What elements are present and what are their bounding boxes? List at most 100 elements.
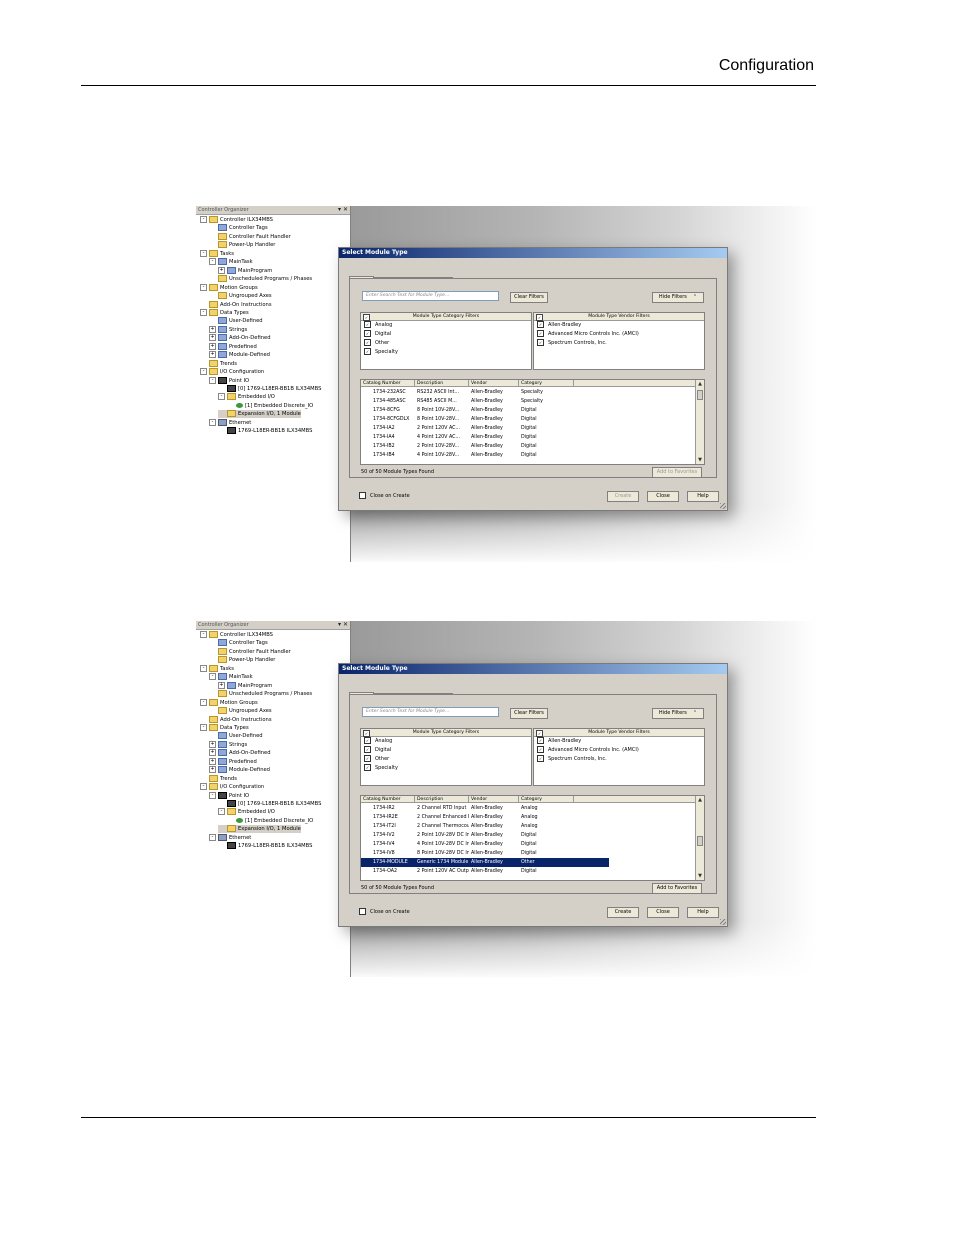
vendor-filter-item[interactable]: ✓ Allen-Bradley	[534, 737, 704, 746]
tree-item[interactable]: User-Defined	[209, 732, 263, 740]
table-row[interactable]: 1734-IR2E 2 Channel Enhanced RTD InputAll…	[361, 813, 704, 822]
close-button[interactable]: Close	[647, 491, 679, 502]
tree-expander-icon[interactable]: -	[200, 723, 207, 731]
table-row[interactable]: 1734-IV2 2 Point 10V-28V DC Input, Sour..…	[361, 831, 704, 840]
tree-expander-icon[interactable]: -	[200, 216, 207, 223]
tree-item[interactable]: - Data Types	[200, 308, 249, 317]
vendor-filter-item[interactable]: ✓ Advanced Micro Controls Inc. (AMCI)	[534, 746, 704, 755]
clear-filters-button[interactable]: Clear Filters	[510, 292, 548, 303]
tree-item[interactable]: Controller Fault Handler	[209, 232, 291, 241]
scroll-down-arrow-icon[interactable]: ▼	[696, 456, 704, 464]
column-header-catalog-number[interactable]: Catalog Number	[361, 796, 415, 803]
checkbox-checked-icon[interactable]: ✓	[537, 755, 544, 762]
tree-item[interactable]: Ungrouped Axes	[209, 707, 272, 715]
tree-item[interactable]: - Point IO	[209, 376, 249, 385]
tree-item[interactable]: - I/O Configuration	[200, 783, 264, 791]
tree-item[interactable]: - MainTask	[209, 673, 253, 681]
tree-item[interactable]: - Motion Groups	[200, 698, 258, 707]
checkbox-checked-icon[interactable]: ✓	[537, 321, 544, 328]
checkbox-checked-icon[interactable]: ✓	[364, 746, 371, 753]
close-button[interactable]: Close	[647, 907, 679, 918]
tree-expander-icon[interactable]: -	[200, 664, 207, 672]
checkbox-checked-icon[interactable]: ✓	[537, 339, 544, 346]
scroll-up-arrow-icon[interactable]: ▲	[696, 796, 704, 804]
select-all-vendors-checkbox[interactable]: ✓	[536, 730, 543, 737]
table-row[interactable]: 1734-8CFGDLX 8 Point 10V-28V... Allen-Brad…	[361, 415, 704, 424]
resize-grip-icon[interactable]	[720, 503, 726, 509]
checkbox-checked-icon[interactable]: ✓	[364, 764, 371, 771]
category-filter-item[interactable]: ✓ Specialty	[361, 348, 531, 357]
tree-expander-icon[interactable]: -	[209, 673, 216, 681]
tree-expander-icon[interactable]: -	[200, 631, 207, 638]
organizer-window-controls[interactable]: ▾ ✕	[338, 206, 348, 214]
table-row[interactable]: 1734-IB4 4 Point 10V-28V... Allen-Bradley D…	[361, 451, 704, 460]
tree-expander-icon[interactable]: +	[218, 681, 225, 689]
help-button[interactable]: Help	[687, 907, 719, 918]
table-row[interactable]: 1734-IR2 2 Channel RTD Input Allen-Bradley…	[361, 804, 704, 813]
tree-item[interactable]: + Add-On-Defined	[209, 749, 271, 757]
tree-item[interactable]: Controller Fault Handler	[209, 647, 291, 656]
table-row[interactable]: 1734-MODULE Generic 1734 Module Allen-Brad…	[361, 858, 609, 867]
checkbox-checked-icon[interactable]: ✓	[537, 737, 544, 744]
column-header-catalog-number[interactable]: Catalog Number	[361, 380, 415, 387]
scroll-thumb[interactable]	[697, 390, 703, 400]
category-filter-item[interactable]: ✓ Specialty	[361, 764, 531, 773]
add-to-favorites-button[interactable]: Add to Favorites	[652, 467, 702, 478]
select-all-vendors-checkbox[interactable]: ✓	[536, 314, 543, 321]
tree-item[interactable]: Add-On Instructions	[200, 715, 272, 724]
column-header-vendor[interactable]: Vendor	[469, 796, 519, 803]
column-header-description[interactable]: Description	[415, 796, 469, 803]
tree-expander-icon[interactable]: -	[209, 791, 216, 799]
vendor-filter-item[interactable]: ✓ Allen-Bradley	[534, 321, 704, 330]
tree-item[interactable]: - Ethernet	[209, 833, 251, 842]
tree-expander-icon[interactable]: +	[209, 757, 216, 765]
tree-expander-icon[interactable]: +	[218, 266, 225, 274]
tree-expander-icon[interactable]: -	[209, 833, 216, 841]
tree-item[interactable]: Power-Up Handler	[209, 656, 275, 664]
category-filter-item[interactable]: ✓ Digital	[361, 330, 531, 339]
category-filter-item[interactable]: ✓ Analog	[361, 737, 531, 746]
select-all-categories-checkbox[interactable]: ✓	[363, 730, 370, 737]
tree-item[interactable]: - Embedded I/O	[218, 808, 275, 816]
checkbox-checked-icon[interactable]: ✓	[364, 330, 371, 337]
vendor-filter-item[interactable]: ✓ Advanced Micro Controls Inc. (AMCI)	[534, 330, 704, 339]
scroll-thumb[interactable]	[697, 836, 703, 846]
vendor-filter-item[interactable]: ✓ Spectrum Controls, Inc.	[534, 755, 704, 764]
table-row[interactable]: 1734-485ASC RS485 ASCII M... Allen-Bradley…	[361, 397, 704, 406]
tree-item[interactable]: - Controller ILX34MBS	[200, 631, 273, 639]
checkbox-checked-icon[interactable]: ✓	[364, 737, 371, 744]
tree-item[interactable]: [1] Embedded Discrete_IO	[227, 817, 313, 825]
tree-item[interactable]: [0] 1769-L18ER-BB1B ILX34MBS	[218, 385, 321, 393]
tree-item[interactable]: + Module-Defined	[209, 766, 270, 774]
table-row[interactable]: 1734-232ASC RS232 ASCII Int... Allen-Bradl…	[361, 388, 704, 397]
tree-item[interactable]: - Data Types	[200, 723, 249, 732]
tree-expander-icon[interactable]: -	[200, 283, 207, 291]
tree-item[interactable]: Power-Up Handler	[209, 241, 275, 249]
search-input[interactable]: Enter Search Text for Module Type...	[362, 291, 499, 301]
column-header-vendor[interactable]: Vendor	[469, 380, 519, 387]
close-on-create-option[interactable]: Close on Create	[359, 492, 410, 499]
tree-expander-icon[interactable]: -	[200, 368, 207, 376]
tree-expander-icon[interactable]: -	[218, 808, 225, 816]
table-row[interactable]: 1734-IV4 4 Point 10V-28V DC Input, Sou...…	[361, 840, 704, 849]
category-filter-item[interactable]: ✓ Digital	[361, 746, 531, 755]
tree-item[interactable]: + Module-Defined	[209, 351, 270, 359]
create-button[interactable]: Create	[607, 907, 639, 918]
tree-expander-icon[interactable]: -	[200, 698, 207, 706]
checkbox-unchecked-icon[interactable]	[359, 492, 366, 499]
tree-item[interactable]: 1769-L18ER-BB1B ILX34MBS	[218, 427, 312, 435]
checkbox-checked-icon[interactable]: ✓	[364, 755, 371, 762]
category-filter-item[interactable]: ✓ Other	[361, 339, 531, 348]
tree-expander-icon[interactable]: -	[218, 393, 225, 401]
help-button[interactable]: Help	[687, 491, 719, 502]
tree-item[interactable]: + MainProgram	[218, 681, 272, 690]
tree-item[interactable]: Ungrouped Axes	[209, 292, 272, 300]
tree-expander-icon[interactable]: +	[209, 334, 216, 342]
table-row[interactable]: 1734-IV8 8 Point 10V-28V DC Input, Sou...…	[361, 849, 704, 858]
tree-item[interactable]: + Strings	[209, 740, 247, 749]
tree-item[interactable]: + Add-On-Defined	[209, 334, 271, 342]
tree-item[interactable]: Trends	[200, 774, 237, 783]
table-row[interactable]: 1734-OA2 2 Point 120V AC Output Allen-Brad…	[361, 867, 704, 876]
tree-expander-icon[interactable]: +	[209, 342, 216, 350]
tree-item[interactable]: - Ethernet	[209, 418, 251, 427]
